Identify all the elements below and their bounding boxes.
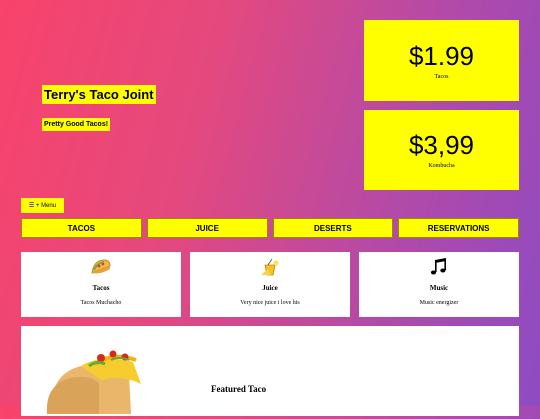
nav-item-deserts[interactable]: DESERTS (272, 218, 394, 238)
site-tagline: Pretty Good Tacos! (42, 118, 111, 131)
card-description: Very nice juice i love his (240, 300, 300, 306)
feature-card-music: Music Music energizer (359, 252, 519, 317)
card-description: Tacos Muchacho (80, 300, 122, 306)
site-title: Terry's Taco Joint (42, 85, 156, 104)
nav-item-tacos[interactable]: TACOS (21, 218, 142, 238)
card-description: Music energizer (419, 300, 459, 306)
music-note-icon (359, 256, 519, 278)
featured-title: Featured Taco (211, 384, 267, 394)
nav-item-juice[interactable]: JUICE (146, 218, 268, 238)
card-title: Tacos (92, 284, 110, 292)
price-card-kombucha: $3,99 Kombucha (364, 110, 519, 190)
feature-card-juice: Juice Very nice juice i love his (190, 252, 350, 317)
juice-icon (190, 256, 350, 278)
price-label: Kombucha (428, 163, 455, 169)
card-title: Music (429, 284, 449, 292)
price-amount: $1.99 (408, 40, 475, 71)
price-label: Tacos (434, 73, 449, 80)
feature-card-tacos: Tacos Tacos Muchacho (21, 252, 181, 317)
nav-item-reservations[interactable]: RESERVATIONS (398, 218, 519, 238)
featured-section: Featured Taco (21, 326, 519, 416)
price-card-tacos: $1.99 Tacos (364, 20, 519, 101)
menu-toggle-button[interactable]: ☰ + Menu (21, 198, 64, 213)
taco-icon (21, 256, 181, 278)
price-amount: $3,99 (408, 130, 475, 160)
card-title: Juice (262, 284, 278, 292)
featured-taco-image (41, 344, 161, 419)
main-nav: TACOS JUICE DESERTS RESERVATIONS (21, 218, 519, 238)
